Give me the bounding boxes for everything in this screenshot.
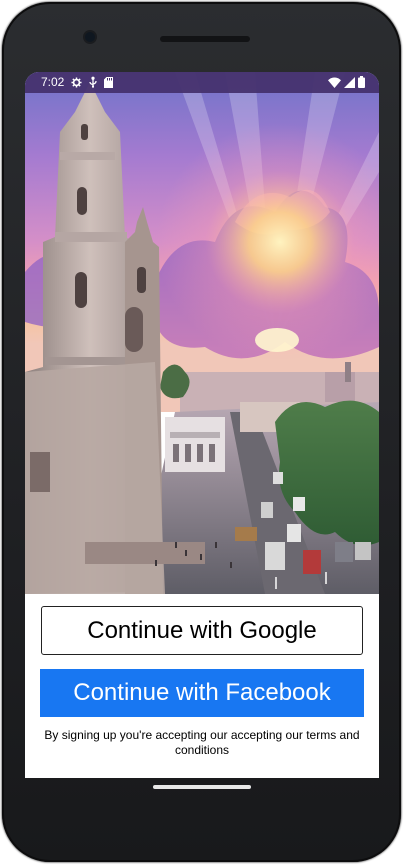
auth-panel: Continue with Google Continue with Faceb… <box>25 594 379 778</box>
terms-text: By signing up you're accepting our accep… <box>44 728 360 757</box>
status-notification-icons <box>71 76 113 88</box>
status-bar: 7:02 <box>25 72 379 93</box>
status-time: 7:02 <box>41 75 65 89</box>
home-gesture-bar[interactable] <box>153 785 251 789</box>
usb-debug-icon <box>89 76 97 88</box>
wifi-icon <box>328 77 341 88</box>
status-system-icons <box>328 76 365 88</box>
app-screen: 7:02 Continue with Google Continue with … <box>25 72 379 778</box>
cellular-signal-icon <box>344 76 355 88</box>
earpiece-speaker <box>160 36 250 42</box>
front-camera <box>85 32 95 42</box>
sd-card-icon <box>104 76 113 88</box>
settings-gear-icon <box>71 76 82 88</box>
continue-with-facebook-button[interactable]: Continue with Facebook <box>40 669 364 717</box>
continue-with-google-button[interactable]: Continue with Google <box>41 606 363 655</box>
hero-city-photo <box>25 72 379 594</box>
battery-icon <box>358 76 365 88</box>
